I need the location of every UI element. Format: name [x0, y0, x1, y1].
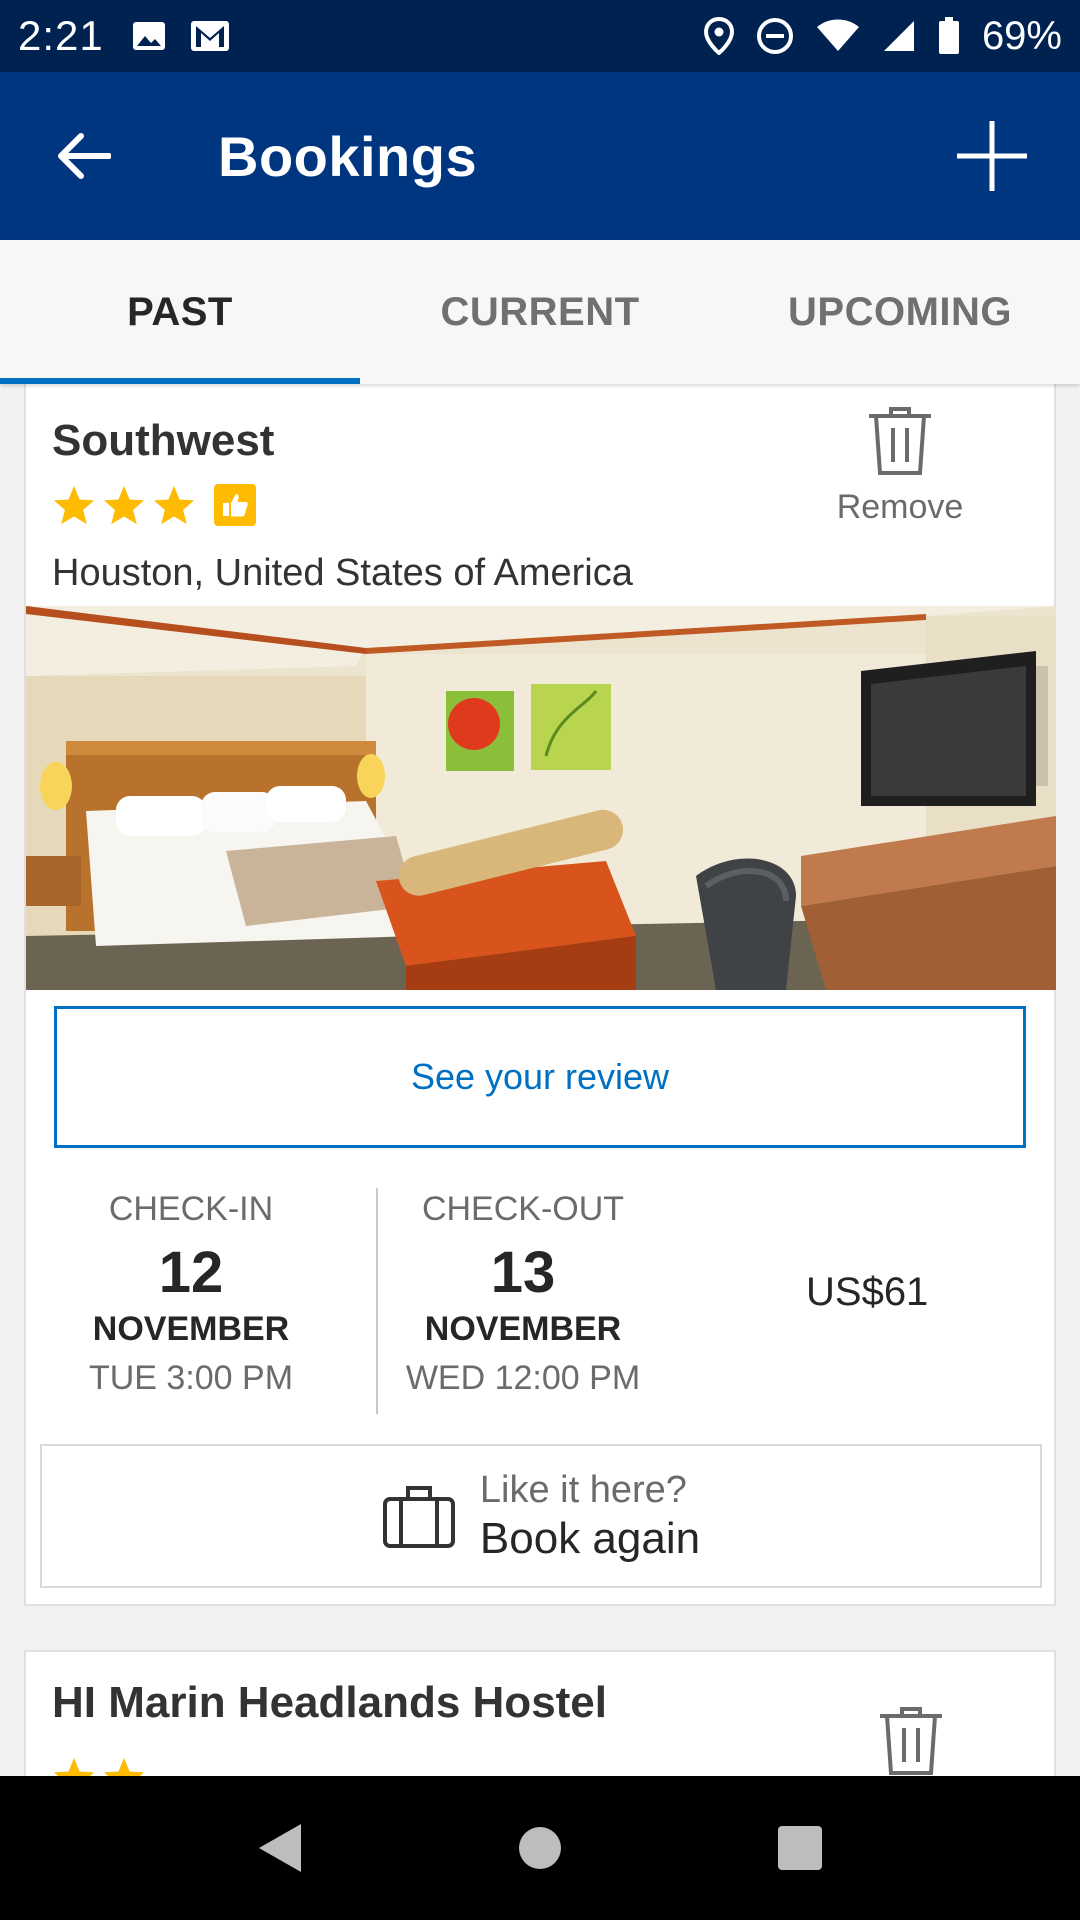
- app-bar: Bookings: [0, 72, 1080, 240]
- status-bar: 2:21 69%: [0, 0, 1080, 72]
- system-nav-bar: [0, 1776, 1080, 1920]
- booking-card: HI Marin Headlands Hostel: [24, 1650, 1056, 1776]
- arrow-left-icon: [57, 133, 111, 179]
- hotel-photo[interactable]: [26, 606, 1056, 990]
- check-out-time: WED 12:00 PM: [405, 1359, 641, 1397]
- trash-icon: [867, 406, 933, 476]
- battery-icon: [938, 17, 960, 55]
- check-out: CHECK-OUT 13 NOVEMBER WED 12:00 PM: [358, 1178, 688, 1398]
- suitcase-icon: [382, 1483, 456, 1549]
- trash-icon[interactable]: [878, 1706, 944, 1776]
- tab-current[interactable]: CURRENT: [360, 240, 720, 384]
- tab-upcoming[interactable]: UPCOMING: [720, 240, 1080, 384]
- status-time: 2:21: [18, 12, 104, 59]
- star-rating: [52, 484, 256, 526]
- nav-home-button[interactable]: [490, 1798, 590, 1898]
- remove-label: Remove: [836, 488, 964, 526]
- booking-card: Southwest Houston, United States of Amer…: [24, 384, 1056, 1606]
- square-recents-icon: [777, 1825, 823, 1871]
- book-again-question: Like it here?: [479, 1468, 687, 1511]
- location-icon: [703, 17, 734, 55]
- check-out-label: CHECK-OUT: [421, 1190, 625, 1228]
- circle-home-icon: [518, 1826, 562, 1870]
- check-out-day: 13: [490, 1240, 556, 1305]
- page-title: Bookings: [218, 124, 478, 188]
- star-icon: [102, 1756, 146, 1776]
- bookings-list[interactable]: Southwest Houston, United States of Amer…: [0, 384, 1080, 1776]
- check-out-month: NOVEMBER: [424, 1310, 622, 1348]
- image-icon: [132, 19, 166, 53]
- add-booking-button[interactable]: [932, 96, 1052, 216]
- see-review-button[interactable]: See your review: [54, 1006, 1026, 1148]
- book-again-label: Book again: [479, 1513, 701, 1563]
- signal-icon: [882, 19, 916, 53]
- star-icon: [52, 484, 96, 526]
- hotel-location: Houston, United States of America: [52, 552, 633, 594]
- check-in-label: CHECK-IN: [108, 1190, 274, 1228]
- back-button[interactable]: [24, 96, 144, 216]
- wifi-icon: [816, 19, 860, 53]
- thumbs-up-icon: [214, 484, 256, 526]
- stay-dates: CHECK-IN 12 NOVEMBER TUE 3:00 PM CHECK-O…: [26, 1178, 1056, 1414]
- hotel-name[interactable]: HI Marin Headlands Hostel: [52, 1678, 607, 1728]
- check-in-time: TUE 3:00 PM: [88, 1359, 294, 1397]
- plus-icon: [955, 119, 1029, 193]
- nav-back-button[interactable]: [230, 1798, 330, 1898]
- nav-recents-button[interactable]: [750, 1798, 850, 1898]
- battery-percent: 69%: [981, 13, 1062, 58]
- gmail-icon: [190, 20, 230, 52]
- booking-tabs: PAST CURRENT UPCOMING: [0, 240, 1080, 384]
- dnd-icon: [756, 17, 794, 55]
- star-icon: [102, 484, 146, 526]
- check-in: CHECK-IN 12 NOVEMBER TUE 3:00 PM: [26, 1178, 356, 1398]
- star-icon: [52, 1756, 96, 1776]
- star-icon: [152, 484, 196, 526]
- check-in-month: NOVEMBER: [92, 1310, 290, 1348]
- remove-button[interactable]: Remove: [820, 406, 980, 527]
- tab-past[interactable]: PAST: [0, 240, 360, 384]
- booking-price: US$61: [806, 1270, 929, 1314]
- check-in-day: 12: [158, 1240, 224, 1305]
- hotel-name[interactable]: Southwest: [52, 416, 274, 466]
- book-again-button[interactable]: Like it here? Book again: [40, 1444, 1042, 1588]
- triangle-back-icon: [257, 1822, 303, 1874]
- star-rating: [52, 1756, 146, 1776]
